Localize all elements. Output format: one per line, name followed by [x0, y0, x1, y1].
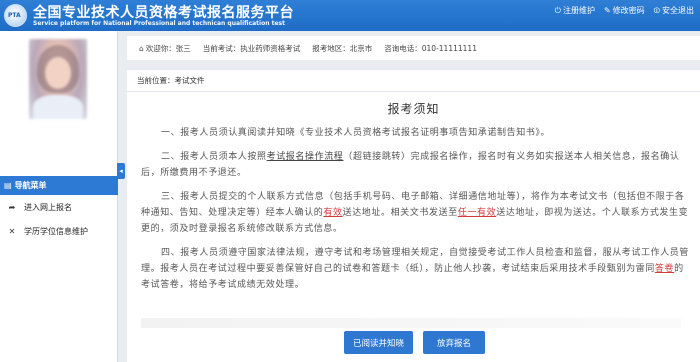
change-password-link[interactable]: ✎ 修改密码	[604, 5, 645, 16]
menu-icon: ▤	[4, 181, 12, 190]
platform-subtitle: Service platform for National Profession…	[33, 20, 285, 27]
exam-region: 报考地区：北京市	[312, 43, 373, 53]
breadcrumb: 当前位置：考试文件	[127, 70, 700, 92]
safe-logout-label: 安全退出	[662, 6, 694, 15]
sidebar-item-online-registration[interactable]: ➦ 进入网上报名	[0, 195, 118, 219]
arrow-right-icon: ➦	[8, 202, 16, 212]
sidebar: ▤ 导航菜单 ➦ 进入网上报名 ✕ 学历学位信息维护	[0, 31, 118, 362]
home-icon: ⌂	[139, 43, 144, 53]
logo-text: PTA	[8, 12, 21, 19]
platform-title: 全国专业技术人员资格考试报名服务平台	[33, 5, 294, 21]
read-and-acknowledge-button[interactable]: 已阅读并知晓	[344, 331, 413, 354]
notice-paragraph-1: 一、报考人员须认真阅读并知晓《专业技术人员资格考试报名证明事项告知承诺制告知书》…	[161, 128, 551, 138]
welcome-text: 欢迎你：张三	[145, 43, 191, 53]
nav-menu-header: ▤ 导航菜单	[0, 176, 118, 195]
wrench-icon: ✕	[8, 226, 16, 236]
abandon-registration-button[interactable]: 放弃报名	[423, 331, 485, 354]
register-maintain-label: 注册维护	[562, 6, 595, 15]
notice-paragraph-4: 四、报考人员须遵守国家法律法规，遵守考试和考场管理相关规定，自觉接受考试工作人员…	[141, 248, 690, 290]
platform-logo: PTA	[4, 4, 27, 27]
change-password-label: 修改密码	[612, 6, 645, 15]
notice-paragraph-3: 三、报考人员提交的个人联系方式信息（包括手机号码、电子邮箱、详细通信地址等），将…	[141, 192, 689, 234]
register-maintain-link[interactable]: ⏻ 注册维护	[555, 5, 595, 16]
notice-paragraph-2: 二、报考人员须本人按照考试报名操作流程（超链接跳转）完成报名操作，报名时有义务如…	[141, 152, 680, 178]
highlight-any-valid: 任一有效	[457, 208, 497, 218]
header-links: ⏻ 注册维护 ✎ 修改密码 ⏼ 安全退出	[555, 5, 694, 16]
sidebar-item-label: 学历学位信息维护	[24, 226, 88, 236]
sidebar-item-education-info[interactable]: ✕ 学历学位信息维护	[0, 219, 118, 243]
exit-icon: ⏼	[653, 5, 660, 15]
highlight-valid: 有效	[323, 208, 343, 218]
notice-title: 报考须知	[387, 102, 440, 116]
user-info-bar: ⌂ 欢迎你：张三 当前考试：执业药师资格考试 报考地区：北京市 咨询电话：010…	[127, 36, 700, 60]
consult-phone: 咨询电话：010-11111111	[384, 43, 477, 53]
edit-icon: ✎	[603, 6, 611, 15]
notice-panel: 报考须知 一、报考人员须认真阅读并知晓《专业技术人员资格考试报名证明事项告知承诺…	[127, 92, 700, 362]
faded-divider	[141, 318, 681, 328]
sidebar-item-label: 进入网上报名	[24, 202, 72, 212]
operation-flow-link[interactable]: 考试报名操作流程	[267, 152, 344, 162]
welcome-info: ⌂ 欢迎你：张三	[139, 43, 191, 54]
logout-icon: ⏻	[554, 5, 561, 15]
current-exam: 当前考试：执业药师资格考试	[202, 43, 301, 53]
nav-menu-label: 导航菜单	[14, 181, 47, 190]
top-header: PTA 全国专业技术人员资格考试报名服务平台 Service platform …	[0, 0, 700, 31]
collapse-sidebar-button[interactable]: ◂	[117, 163, 125, 179]
highlight-answer-sheet: 答卷	[654, 264, 675, 274]
safe-logout-link[interactable]: ⏼ 安全退出	[654, 5, 694, 16]
avatar	[29, 39, 87, 119]
